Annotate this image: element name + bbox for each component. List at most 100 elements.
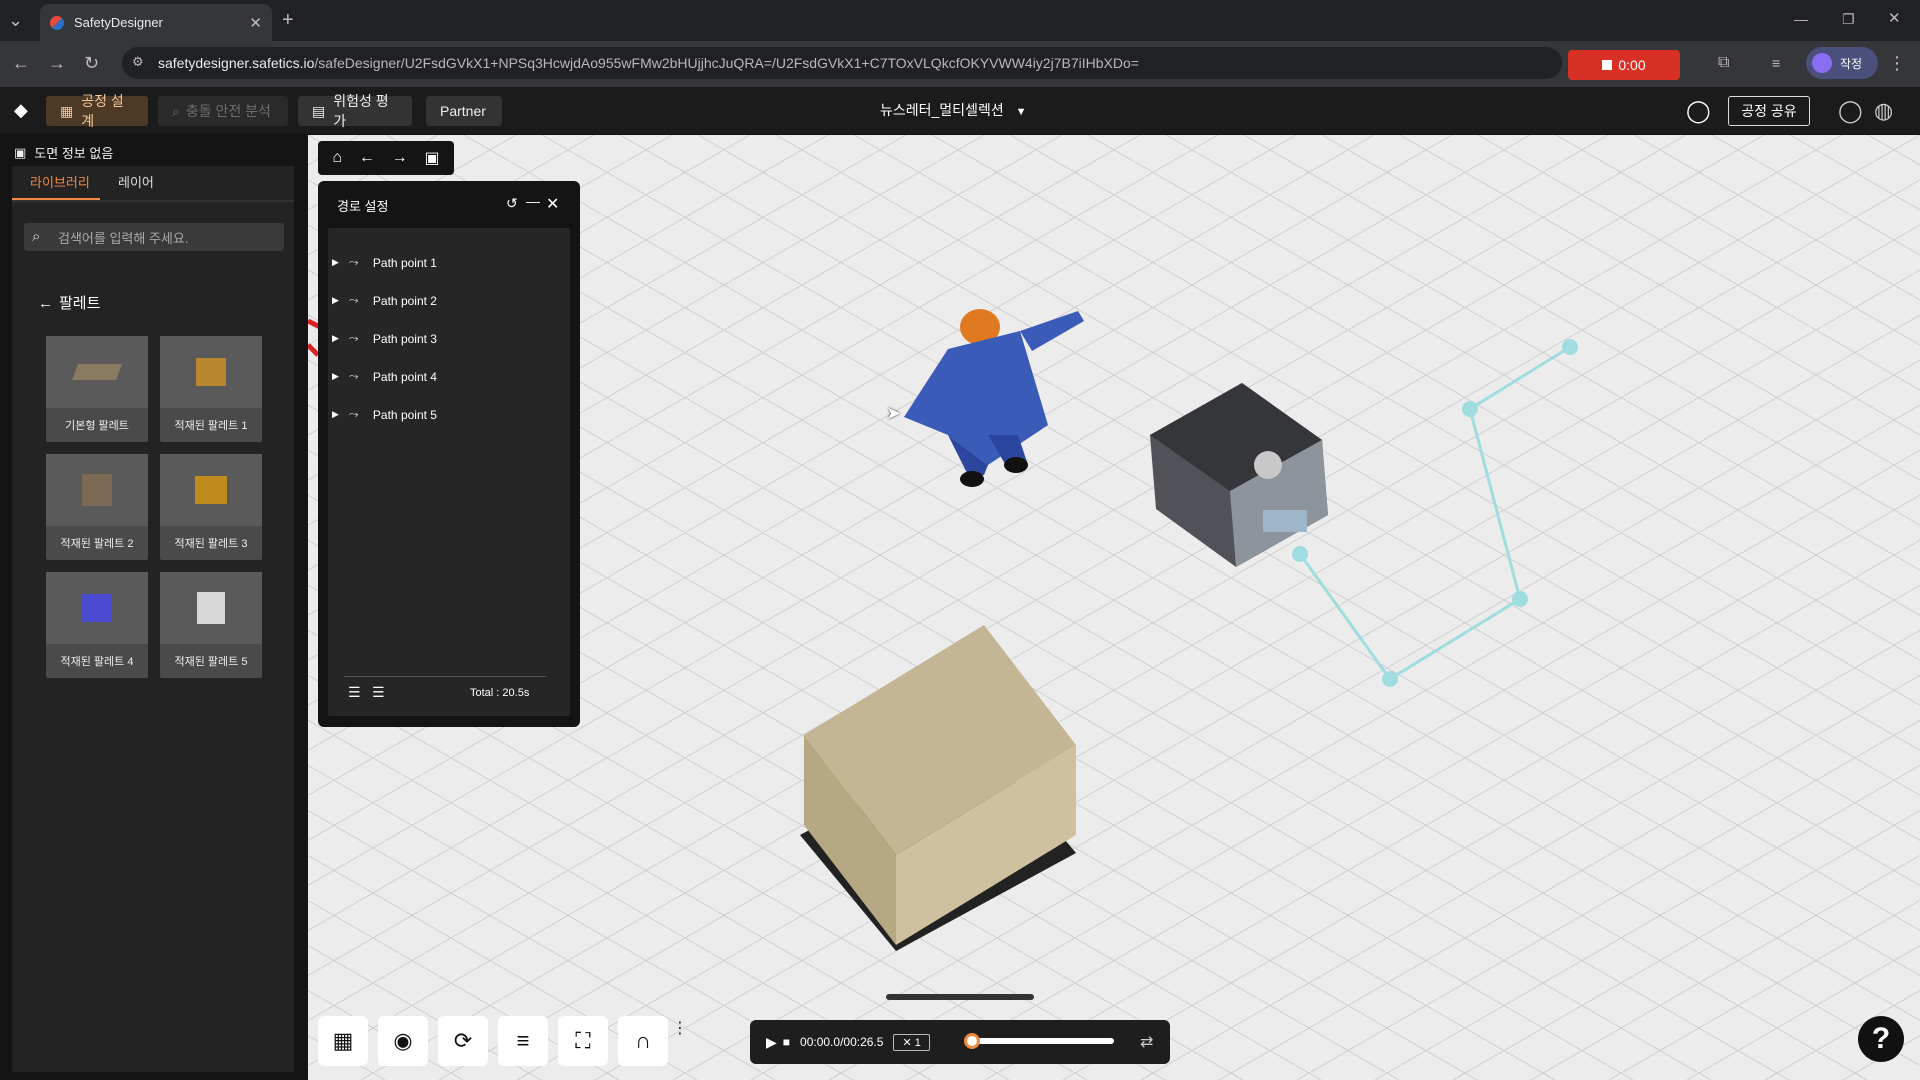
library-item-label: 적재된 팔레트 4 [60, 656, 134, 668]
extensions-icon[interactable]: ⧉ [1718, 53, 1729, 73]
expand-triangle-icon[interactable]: ▶ [332, 295, 339, 306]
tab-list-icon[interactable]: ⌄ [8, 10, 23, 30]
record-button[interactable]: 0:00 [1568, 50, 1680, 80]
mobile-robot [1150, 383, 1328, 567]
mode-collision-button[interactable]: ⌕ 충돌 안전 분석 [158, 96, 288, 126]
mode-design-label: 공정 설계 [81, 93, 124, 129]
hazard-stripe [308, 343, 320, 357]
forward-icon[interactable]: → [48, 53, 66, 73]
url-path: /safeDesigner/U2FsdGVkX1+NPSq3HcwjdAo955… [314, 55, 1139, 71]
close-panel-icon[interactable]: ✕ [546, 194, 559, 214]
arrow-left-icon: ← [38, 295, 53, 312]
minimize-icon[interactable]: — [1794, 9, 1808, 29]
fit-view-button[interactable]: ⛶ [558, 1016, 608, 1066]
loop-icon[interactable]: ⇄ [1140, 1032, 1153, 1052]
browser-tab[interactable]: SafetyDesigner ✕ [40, 4, 272, 41]
browser-menu-icon[interactable]: ⋮ [1888, 53, 1906, 73]
eye-icon: ◉ [393, 1028, 413, 1053]
language-globe-icon[interactable]: ◍ [1874, 98, 1893, 124]
project-selector[interactable]: 뉴스레터_멀티셀렉션 ▼ [880, 100, 1027, 120]
library-item[interactable]: 적재된 팔레트 4 [46, 572, 148, 678]
library-item[interactable]: 적재된 팔레트 5 [160, 572, 262, 678]
library-item[interactable]: 적재된 팔레트 1 [160, 336, 262, 442]
pallet-thumbnail [46, 572, 148, 644]
more-options-icon[interactable]: ⋮ [672, 1018, 688, 1038]
grid-toggle-button[interactable]: ▦ [318, 1016, 368, 1066]
app-logo-icon[interactable]: ◆ [14, 100, 28, 121]
tab-close-icon[interactable]: ✕ [249, 14, 262, 32]
path-point-item[interactable]: ▶ ⤳ Path point 4 [332, 369, 437, 384]
tab-library[interactable]: 라이브러리 [30, 172, 90, 191]
chat-icon[interactable]: ◯ [1686, 98, 1711, 124]
new-tab-icon[interactable]: + [282, 10, 294, 30]
active-tab-indicator [12, 198, 100, 200]
expand-all-icon[interactable]: ☰ [372, 684, 385, 701]
mode-design-button[interactable]: ▦ 공정 설계 [46, 93, 148, 129]
partner-button[interactable]: Partner [426, 96, 502, 126]
timeline-knob[interactable] [964, 1033, 980, 1049]
library-item[interactable]: 적재된 팔레트 3 [160, 454, 262, 560]
library-item[interactable]: 기본형 팔레트 [46, 336, 148, 442]
view-toggle-button[interactable]: ◉ [378, 1016, 428, 1066]
path-point-label: Path point 3 [372, 331, 437, 346]
mouse-cursor-icon: ➤ [886, 403, 902, 423]
search-input[interactable]: ⌕ 검색어를 입력해 주세요. [24, 223, 284, 251]
profile-button[interactable]: 작정 [1806, 47, 1878, 79]
mode-collision-label: 충돌 안전 분석 [185, 103, 271, 119]
play-icon[interactable]: ▶ [766, 1034, 777, 1051]
restore-icon[interactable]: ❐ [1842, 9, 1855, 29]
horizontal-scrollbar[interactable] [886, 994, 1034, 1000]
path-point-item[interactable]: ▶ ⤳ Path point 2 [332, 293, 437, 308]
expand-triangle-icon[interactable]: ▶ [332, 333, 339, 344]
path-point-item[interactable]: ▶ ⤳ Path point 3 [332, 331, 437, 346]
pallet-thumbnail [160, 572, 262, 644]
stop-icon[interactable]: ■ [783, 1035, 790, 1049]
library-item-label: 적재된 팔레트 2 [60, 538, 134, 550]
help-button[interactable]: ? [1858, 1016, 1904, 1062]
grid-icon: ▦ [332, 1028, 354, 1053]
tab-layer[interactable]: 레이어 [118, 172, 154, 191]
save-icon[interactable]: ▣ [424, 148, 439, 168]
rotate-button[interactable]: ⟳ [438, 1016, 488, 1066]
timeline-slider[interactable] [968, 1038, 1114, 1044]
share-button[interactable]: 공정 공유 [1728, 96, 1810, 126]
redo-icon[interactable]: → [392, 149, 408, 167]
library-item[interactable]: 적재된 팔레트 2 [46, 454, 148, 560]
speed-selector[interactable]: ✕ 1 [893, 1033, 930, 1051]
search-placeholder: 검색어를 입력해 주세요. [58, 230, 189, 246]
pallet-thumbnail [160, 336, 262, 408]
home-icon[interactable]: ⌂ [332, 149, 342, 167]
align-button[interactable]: ≡ [498, 1016, 548, 1066]
drawing-info-label: 도면 정보 없음 [34, 146, 114, 161]
search-analysis-icon: ⌕ [172, 102, 180, 119]
site-info-icon[interactable]: ⚙ [132, 54, 144, 70]
expand-triangle-icon[interactable]: ▶ [332, 409, 339, 420]
worker-figure [904, 309, 1084, 487]
user-icon[interactable]: ◯ [1838, 98, 1863, 124]
address-bar[interactable]: ⚙ safetydesigner.safetics.io/safeDesigne… [122, 47, 1562, 79]
minimize-panel-icon[interactable]: — [526, 193, 540, 209]
reset-icon[interactable]: ↺ [506, 195, 518, 212]
category-back[interactable]: ← 팔레트 [38, 292, 100, 313]
expand-triangle-icon[interactable]: ▶ [332, 371, 339, 382]
window-close-icon[interactable]: ✕ [1888, 9, 1901, 29]
tab-divider [12, 200, 294, 202]
path-icon: ⤳ [348, 369, 359, 383]
profile-avatar [1812, 53, 1832, 73]
mode-risk-label: 위험성 평가 [333, 93, 389, 129]
path-point-item[interactable]: ▶ ⤳ Path point 5 [332, 407, 437, 422]
path-point-label: Path point 4 [372, 369, 437, 384]
mode-risk-button[interactable]: ▤ 위험성 평가 [298, 93, 412, 129]
path-node [1462, 401, 1478, 417]
expand-triangle-icon[interactable]: ▶ [332, 257, 339, 268]
back-icon[interactable]: ← [12, 53, 30, 73]
grid-icon: ▦ [60, 102, 74, 119]
media-icon[interactable]: ≡ [1772, 53, 1780, 73]
collapse-all-icon[interactable]: ☰ [348, 684, 361, 701]
reload-icon[interactable]: ↻ [84, 53, 99, 73]
pallet-thumbnail [46, 336, 148, 408]
undo-icon[interactable]: ← [359, 149, 375, 167]
snap-button[interactable]: ∩ [618, 1016, 668, 1066]
align-icon: ≡ [516, 1028, 530, 1053]
path-point-item[interactable]: ▶ ⤳ Path point 1 [332, 255, 437, 270]
